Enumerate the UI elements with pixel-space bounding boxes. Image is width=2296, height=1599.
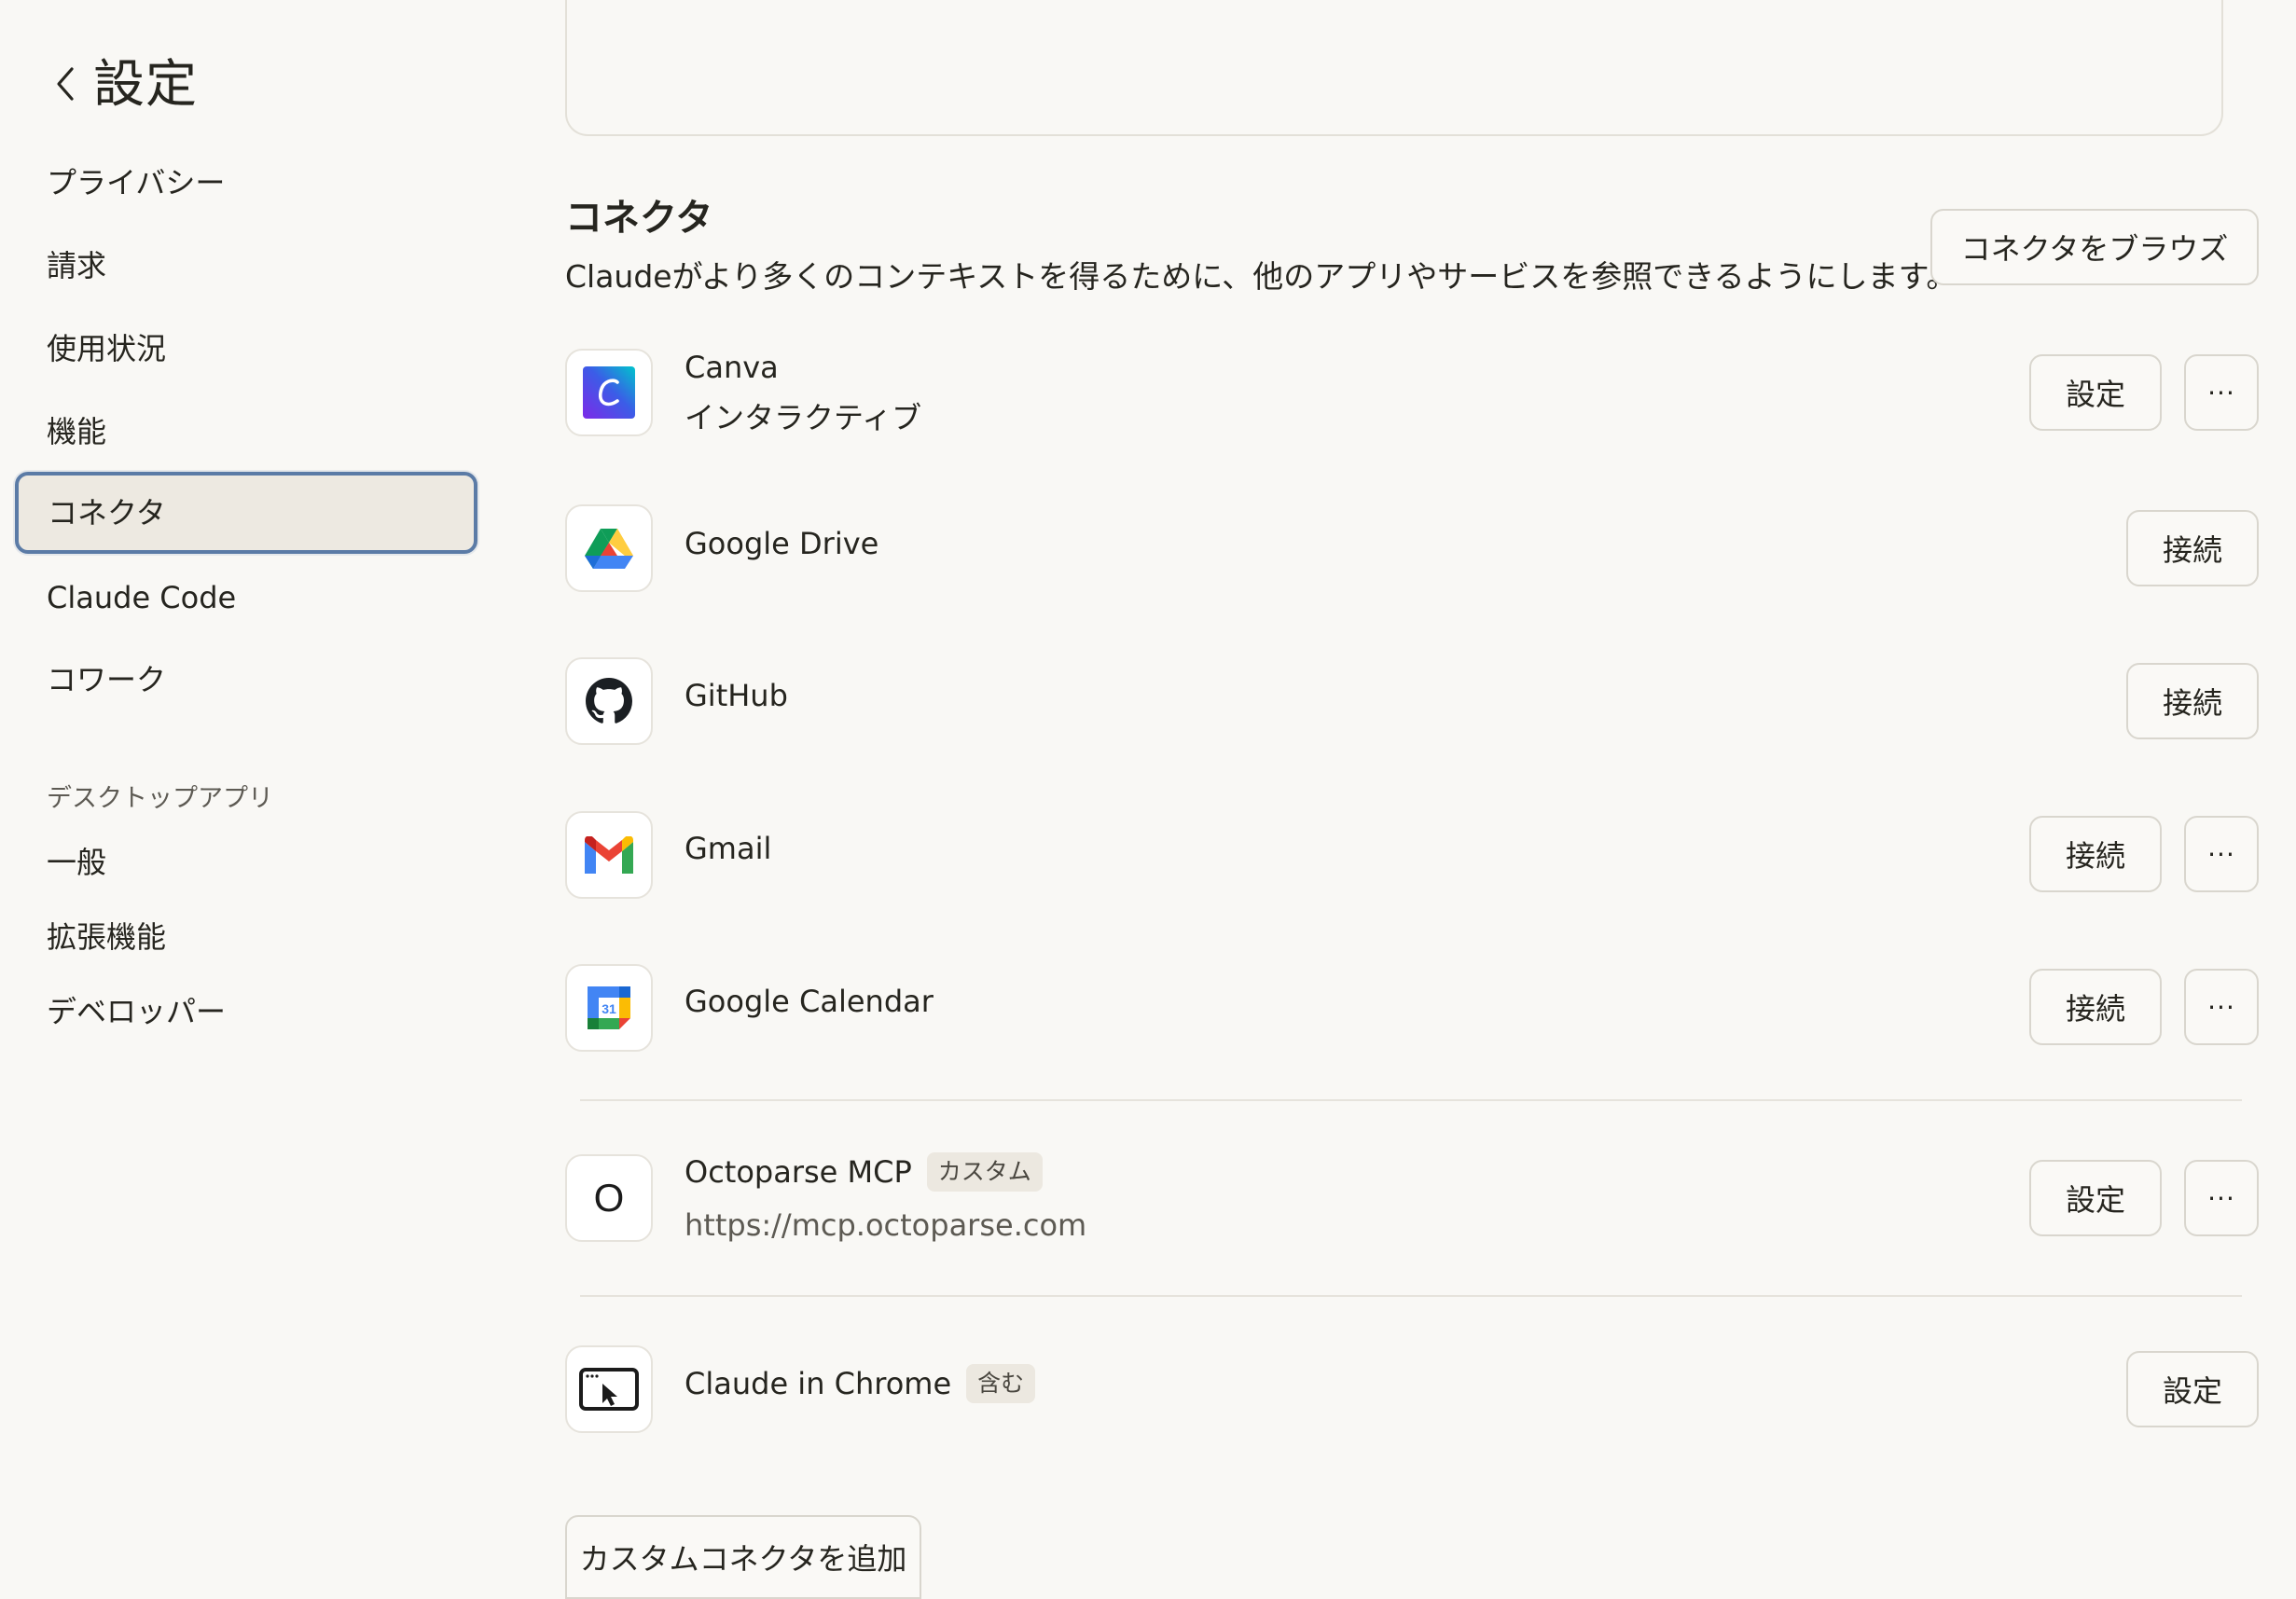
section-divider bbox=[580, 1295, 2242, 1297]
section-description: Claudeがより多くのコンテキストを得るために、他のアプリやサービスを参照でき… bbox=[565, 258, 1957, 295]
connector-name: Octoparse MCP カスタム bbox=[685, 1151, 1043, 1192]
github-connect-button[interactable]: 接続 bbox=[2126, 663, 2259, 739]
connector-name: Canva bbox=[685, 350, 779, 385]
section-title: コネクタ bbox=[565, 197, 713, 240]
canva-icon bbox=[565, 349, 653, 436]
sidebar-item-features[interactable]: 機能 bbox=[47, 411, 106, 452]
sidebar-item-developer[interactable]: デベロッパー bbox=[47, 991, 226, 1032]
canva-settings-button[interactable]: 設定 bbox=[2029, 354, 2162, 431]
connectors-panel: コネクタ Claudeがより多くのコンテキストを得るために、他のアプリやサービス… bbox=[522, 0, 2296, 1599]
octoparse-icon-letter: O bbox=[593, 1176, 625, 1220]
included-tag: 含む bbox=[966, 1364, 1036, 1403]
sidebar-item-general[interactable]: 一般 bbox=[47, 842, 106, 883]
settings-sidebar: 設定 プライバシー 請求 使用状況 機能 コネクタ Claude Code コワ… bbox=[0, 0, 522, 1581]
previous-section-card bbox=[565, 0, 2223, 136]
octoparse-more-button[interactable]: ··· bbox=[2184, 1160, 2259, 1236]
chevron-left-icon bbox=[57, 67, 74, 101]
google-calendar-more-button[interactable]: ··· bbox=[2184, 969, 2259, 1045]
connector-name: GitHub bbox=[685, 678, 788, 713]
github-icon bbox=[565, 657, 653, 745]
google-calendar-connect-button[interactable]: 接続 bbox=[2029, 969, 2162, 1045]
section-divider bbox=[580, 1099, 2242, 1101]
custom-tag: カスタム bbox=[926, 1152, 1043, 1192]
connector-name: Claude in Chrome 含む bbox=[685, 1363, 1036, 1404]
add-custom-connector-button[interactable]: カスタムコネクタを追加 bbox=[565, 1515, 921, 1599]
canva-more-button[interactable]: ··· bbox=[2184, 354, 2259, 431]
chrome-window-icon bbox=[565, 1345, 653, 1433]
gmail-icon bbox=[565, 811, 653, 899]
connector-name: Google Calendar bbox=[685, 984, 934, 1019]
gmail-more-button[interactable]: ··· bbox=[2184, 816, 2259, 892]
gmail-connect-button[interactable]: 接続 bbox=[2029, 816, 2162, 892]
connector-name: Google Drive bbox=[685, 526, 879, 561]
connector-name-text: Octoparse MCP bbox=[685, 1154, 912, 1190]
connector-name-text: Claude in Chrome bbox=[685, 1366, 952, 1401]
sidebar-item-usage[interactable]: 使用状況 bbox=[47, 328, 166, 369]
octoparse-settings-button[interactable]: 設定 bbox=[2029, 1160, 2162, 1236]
sidebar-item-claude-code[interactable]: Claude Code bbox=[47, 577, 236, 618]
back-button[interactable] bbox=[47, 62, 84, 106]
claude-in-chrome-settings-button[interactable]: 設定 bbox=[2126, 1351, 2259, 1427]
connector-url: https://mcp.octoparse.com bbox=[685, 1207, 1087, 1243]
sidebar-item-billing[interactable]: 請求 bbox=[47, 245, 106, 286]
sidebar-item-cowork[interactable]: コワーク bbox=[47, 659, 166, 700]
octoparse-icon: O bbox=[565, 1154, 653, 1242]
calendar-date-text: 31 bbox=[602, 1001, 616, 1016]
google-calendar-icon: 31 bbox=[565, 964, 653, 1052]
sidebar-section-desktop-app: デスクトップアプリ bbox=[47, 784, 273, 813]
sidebar-item-extensions[interactable]: 拡張機能 bbox=[47, 917, 166, 958]
sidebar-item-connectors[interactable]: コネクタ bbox=[15, 472, 477, 554]
connector-subtitle: インタラクティブ bbox=[685, 400, 922, 435]
google-drive-icon bbox=[565, 504, 653, 592]
google-drive-connect-button[interactable]: 接続 bbox=[2126, 510, 2259, 586]
page-title: 設定 bbox=[93, 54, 199, 114]
browse-connectors-button[interactable]: コネクタをブラウズ bbox=[1930, 209, 2259, 285]
connector-name: Gmail bbox=[685, 831, 772, 866]
sidebar-item-label: コネクタ bbox=[48, 495, 166, 531]
sidebar-item-privacy[interactable]: プライバシー bbox=[47, 162, 225, 203]
